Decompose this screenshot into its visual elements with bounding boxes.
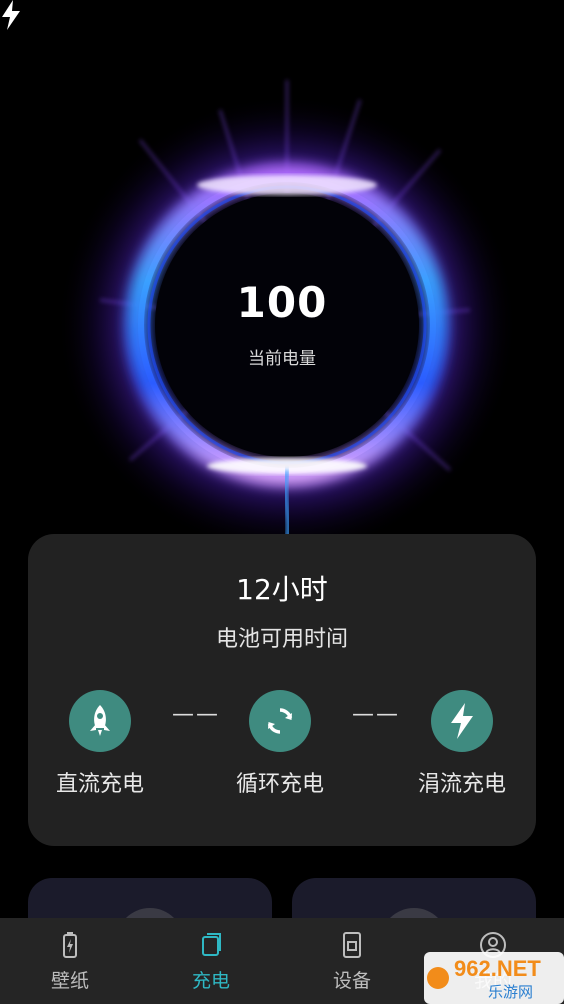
- mode-cycle-charge[interactable]: 循环充电: [220, 690, 340, 798]
- charging-ring: 100 当前电量: [0, 0, 564, 540]
- battery-percentage: 100: [236, 278, 328, 327]
- site-watermark: 962.NET 乐游网: [424, 950, 564, 1004]
- device-icon: [343, 932, 361, 958]
- svg-text:乐游网: 乐游网: [488, 983, 533, 1001]
- bolt-icon: [431, 690, 493, 752]
- battery-time-label: 电池可用时间: [215, 627, 348, 652]
- lightning-icon: [2, 0, 20, 30]
- battery-time-value: 12小时: [236, 573, 328, 606]
- separator: ——: [352, 702, 400, 727]
- nav-label: 壁纸: [50, 970, 89, 992]
- svg-text:962.NET: 962.NET: [454, 956, 541, 981]
- rocket-icon: [69, 690, 131, 752]
- watermark-logo: 962.NET 乐游网: [424, 952, 564, 1004]
- sync-icon: [249, 690, 311, 752]
- mode-trickle-charge[interactable]: 涓流充电: [402, 690, 522, 798]
- glow-ring-graphic: [57, 80, 517, 540]
- battery-info-card: 12小时 电池可用时间 直流充电 —— 循环充电 —— 涓流充电: [28, 534, 536, 846]
- nav-item-charge[interactable]: 充电: [161, 930, 261, 993]
- mode-label: 循环充电: [235, 772, 324, 797]
- nav-item-device[interactable]: 设备: [302, 930, 402, 993]
- battery-label: 当前电量: [248, 349, 316, 369]
- mode-label: 涓流充电: [417, 772, 506, 797]
- mode-label: 直流充电: [55, 772, 144, 797]
- layers-icon: [202, 933, 221, 956]
- battery-icon: [63, 932, 77, 958]
- nav-label: 设备: [332, 970, 371, 992]
- nav-label: 充电: [191, 970, 230, 992]
- separator: ——: [172, 702, 220, 727]
- mode-direct-charge[interactable]: 直流充电: [40, 690, 160, 798]
- nav-item-wallpaper[interactable]: 壁纸: [20, 930, 120, 993]
